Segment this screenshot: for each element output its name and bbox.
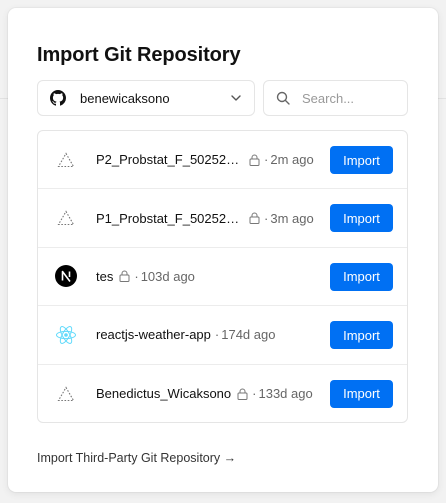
- search-input[interactable]: [302, 90, 392, 106]
- triangle-dotted-icon: [55, 383, 77, 405]
- repo-age: 174d ago: [221, 327, 276, 343]
- import-button[interactable]: Import: [330, 262, 393, 291]
- separator-dot: ·: [214, 327, 220, 343]
- import-card: Import Git Repository benewicaksono P2_P…: [8, 8, 438, 492]
- repo-name[interactable]: P1_Probstat_F_5025201...: [96, 211, 243, 226]
- separator-dot: ·: [264, 210, 269, 226]
- import-button[interactable]: Import: [330, 204, 393, 233]
- page-title: Import Git Repository: [37, 44, 241, 66]
- repo-age: 103d ago: [140, 268, 195, 284]
- chevron-down-icon: [231, 95, 241, 101]
- repo-name[interactable]: Benedictus_Wicaksono: [96, 386, 231, 401]
- triangle-dotted-icon: [55, 149, 77, 171]
- import-button[interactable]: Import: [330, 379, 393, 408]
- triangle-dotted-icon: [55, 207, 77, 229]
- repo-age: 2m ago: [270, 152, 314, 168]
- lock-icon: [249, 212, 260, 225]
- repo-row: P1_Probstat_F_5025201... · 3m ago Import: [38, 189, 407, 248]
- nextjs-icon: [55, 265, 77, 288]
- lock-icon: [119, 270, 130, 283]
- import-third-party-link[interactable]: Import Third-Party Git Repository →: [37, 451, 236, 465]
- separator-dot: ·: [134, 268, 139, 284]
- repo-age: 133d ago: [258, 386, 313, 402]
- separator-dot: ·: [252, 386, 257, 402]
- repo-name[interactable]: tes: [96, 269, 113, 284]
- repo-name[interactable]: reactjs-weather-app: [96, 327, 211, 342]
- github-icon: [50, 90, 66, 106]
- repo-name[interactable]: P2_Probstat_F_5025201...: [96, 152, 243, 167]
- import-button[interactable]: Import: [330, 321, 393, 350]
- search-box[interactable]: [263, 80, 408, 116]
- account-select[interactable]: benewicaksono: [37, 80, 255, 116]
- import-button[interactable]: Import: [330, 146, 393, 174]
- account-name: benewicaksono: [80, 90, 170, 106]
- lock-icon: [237, 388, 248, 400]
- repo-age: 3m ago: [270, 210, 314, 226]
- react-icon: [55, 324, 77, 346]
- repo-list: P2_Probstat_F_5025201... · 2m ago Import…: [37, 130, 408, 423]
- repo-row: tes · 103d ago Import: [38, 248, 407, 307]
- search-icon: [276, 91, 290, 105]
- lock-icon: [249, 154, 260, 166]
- repo-row: P2_Probstat_F_5025201... · 2m ago Import: [38, 131, 407, 190]
- repo-row: reactjs-weather-app · 174d ago Import: [38, 306, 407, 365]
- separator-dot: ·: [264, 152, 269, 168]
- repo-row: Benedictus_Wicaksono · 133d ago Import: [38, 365, 407, 422]
